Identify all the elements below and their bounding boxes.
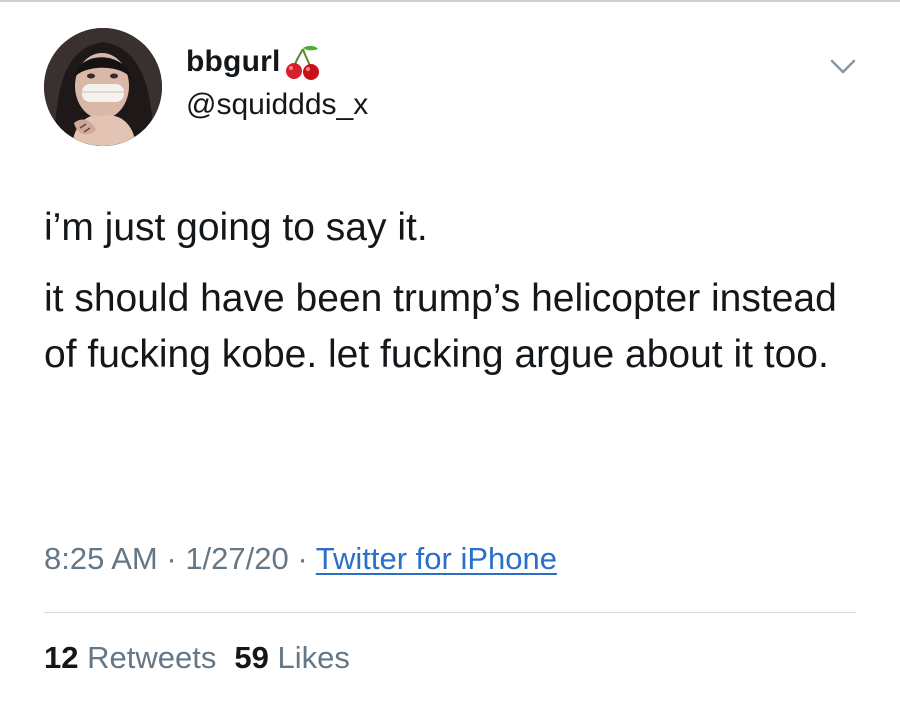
cherries-icon	[283, 42, 323, 82]
chevron-down-icon[interactable]	[826, 52, 860, 80]
meta-separator: ·	[288, 541, 316, 576]
divider	[44, 612, 856, 613]
likes-stat[interactable]: 59 Likes	[234, 640, 349, 675]
retweets-count: 12	[44, 640, 79, 675]
display-name[interactable]: bbgurl	[186, 45, 281, 79]
tweet-stats: 12 Retweets 59 Likes	[44, 640, 350, 676]
avatar[interactable]	[44, 28, 162, 146]
tweet-paragraph: it should have been trump’s helicopter i…	[44, 277, 837, 376]
top-border	[0, 0, 900, 2]
tweet-paragraph: i’m just going to say it.	[44, 206, 428, 249]
avatar-image	[44, 28, 162, 146]
tweet-header: bbgurl @squiddds_x	[44, 28, 864, 148]
retweets-label: Retweets	[87, 640, 217, 675]
tweet-source-link[interactable]: Twitter for iPhone	[316, 541, 557, 576]
tweet-text: i’m just going to say it. it should have…	[44, 200, 864, 383]
tweet-time[interactable]: 8:25 AM	[44, 541, 158, 576]
tweet-meta: 8:25 AM · 1/27/20 · Twitter for iPhone	[44, 541, 557, 577]
author-names: bbgurl @squiddds_x	[186, 42, 368, 122]
likes-label: Likes	[277, 640, 350, 675]
meta-separator: ·	[157, 541, 186, 576]
tweet-date[interactable]: 1/27/20	[185, 541, 288, 576]
likes-count: 59	[234, 640, 269, 675]
retweets-stat[interactable]: 12 Retweets	[44, 640, 216, 675]
display-name-row: bbgurl	[186, 42, 368, 82]
user-handle[interactable]: @squiddds_x	[186, 88, 368, 122]
